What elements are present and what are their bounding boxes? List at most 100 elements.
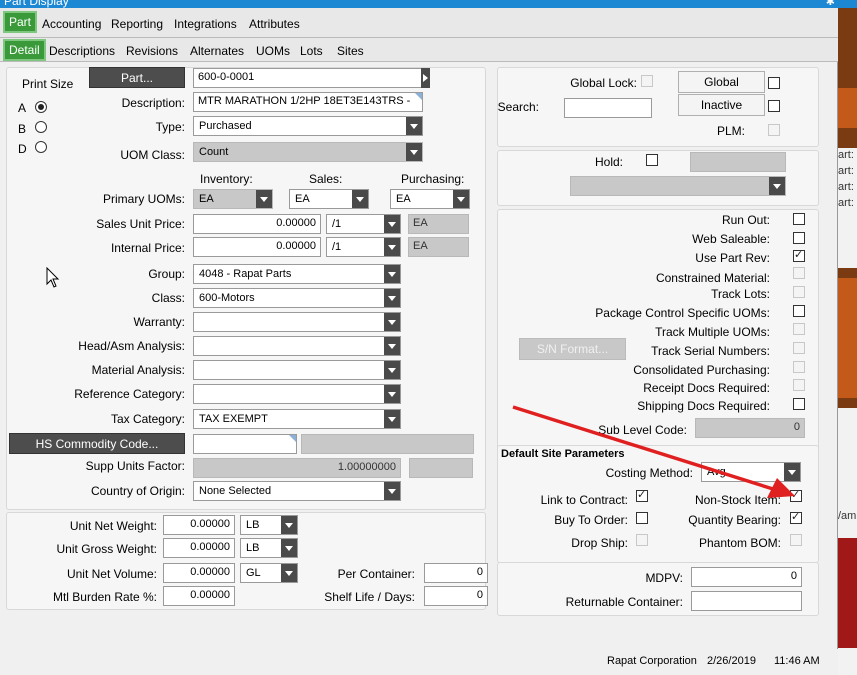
tab-integrations[interactable]: Integrations bbox=[174, 17, 237, 31]
uom-class-select[interactable]: Count bbox=[193, 142, 423, 162]
window-title-bar[interactable]: Part Display ✱ bbox=[0, 0, 857, 8]
chevron-down-icon[interactable] bbox=[384, 215, 400, 233]
inactive-checkbox[interactable] bbox=[768, 100, 780, 112]
unit-net-weight-uom-select[interactable]: LB bbox=[240, 515, 298, 535]
chevron-down-icon[interactable] bbox=[281, 516, 297, 534]
unit-gross-weight-field[interactable]: 0.00000 bbox=[163, 538, 235, 558]
web-saleable-checkbox[interactable] bbox=[793, 232, 805, 244]
unit-net-volume-field[interactable]: 0.00000 bbox=[163, 563, 235, 583]
chevron-down-icon[interactable] bbox=[453, 190, 469, 208]
chevron-down-icon[interactable] bbox=[384, 313, 400, 331]
type-select[interactable]: Purchased bbox=[193, 116, 423, 136]
sn-format-button[interactable]: S/N Format... bbox=[519, 338, 626, 360]
class-select[interactable]: 600-Motors bbox=[193, 288, 401, 308]
inventory-uom-select[interactable]: EA bbox=[193, 189, 273, 209]
head-asm-analysis-select[interactable] bbox=[193, 336, 401, 356]
tax-category-select[interactable]: TAX EXEMPT bbox=[193, 409, 401, 429]
tab-reporting[interactable]: Reporting bbox=[111, 17, 163, 31]
sales-uom-value: EA bbox=[295, 193, 310, 205]
chevron-down-icon[interactable] bbox=[384, 289, 400, 307]
tab-attributes[interactable]: Attributes bbox=[249, 17, 300, 31]
search-field[interactable] bbox=[564, 98, 652, 118]
per-container-field[interactable]: 0 bbox=[424, 563, 488, 583]
mtl-burden-rate-field[interactable]: 0.00000 bbox=[163, 586, 235, 606]
tab-revisions[interactable]: Revisions bbox=[126, 44, 178, 58]
chevron-down-icon[interactable] bbox=[384, 361, 400, 379]
hs-commodity-code-button[interactable]: HS Commodity Code... bbox=[9, 433, 185, 454]
chevron-down-icon[interactable] bbox=[256, 190, 272, 208]
sales-price-per-select[interactable]: /1 bbox=[326, 214, 401, 234]
hs-commodity-code-field[interactable] bbox=[193, 434, 297, 454]
chevron-down-icon[interactable] bbox=[281, 539, 297, 557]
drop-ship-checkbox[interactable] bbox=[636, 534, 648, 546]
material-analysis-select[interactable] bbox=[193, 360, 401, 380]
chevron-down-icon[interactable] bbox=[384, 337, 400, 355]
chevron-down-icon[interactable] bbox=[384, 265, 400, 283]
sales-unit-price-field[interactable]: 0.00000 bbox=[193, 214, 321, 234]
package-control-checkbox[interactable] bbox=[793, 305, 805, 317]
print-size-a-radio[interactable] bbox=[35, 101, 47, 113]
chevron-down-icon[interactable] bbox=[406, 143, 422, 161]
hold-reason-field bbox=[690, 152, 786, 172]
tab-descriptions[interactable]: Descriptions bbox=[49, 44, 115, 58]
hold-checkbox[interactable] bbox=[646, 154, 658, 166]
tab-part[interactable]: Part bbox=[3, 11, 38, 33]
part-number-field[interactable]: 600-0-0001 bbox=[193, 68, 423, 88]
plm-checkbox[interactable] bbox=[768, 124, 780, 136]
constrained-material-checkbox[interactable] bbox=[793, 267, 805, 279]
consolidated-purchasing-checkbox[interactable] bbox=[793, 361, 805, 373]
chevron-down-icon[interactable] bbox=[352, 190, 368, 208]
use-part-rev-checkbox[interactable] bbox=[793, 248, 805, 262]
global-checkbox[interactable] bbox=[768, 77, 780, 89]
mdpv-field[interactable]: 0 bbox=[691, 567, 802, 587]
reference-category-select[interactable] bbox=[193, 384, 401, 404]
chevron-down-icon[interactable] bbox=[384, 482, 400, 500]
print-size-b-radio[interactable] bbox=[35, 121, 47, 133]
tab-detail[interactable]: Detail bbox=[3, 39, 46, 61]
purchasing-uom-select[interactable]: EA bbox=[390, 189, 470, 209]
country-of-origin-select[interactable]: None Selected bbox=[193, 481, 401, 501]
chevron-down-icon[interactable] bbox=[384, 410, 400, 428]
internal-price-per-select[interactable]: /1 bbox=[326, 237, 401, 257]
part-next-icon[interactable] bbox=[421, 68, 430, 88]
inactive-button[interactable]: Inactive bbox=[678, 94, 765, 116]
track-lots-checkbox[interactable] bbox=[793, 286, 805, 298]
part-lookup-button[interactable]: Part... bbox=[89, 67, 185, 88]
warranty-select[interactable] bbox=[193, 312, 401, 332]
chevron-down-icon[interactable] bbox=[384, 238, 400, 256]
unit-gross-weight-uom-select[interactable]: LB bbox=[240, 538, 298, 558]
tab-uoms[interactable]: UOMs bbox=[256, 44, 290, 58]
global-lock-checkbox[interactable] bbox=[641, 75, 653, 87]
unit-gross-weight-label: Unit Gross Weight: bbox=[56, 542, 157, 556]
tab-accounting[interactable]: Accounting bbox=[42, 17, 101, 31]
chevron-down-icon[interactable] bbox=[281, 564, 297, 582]
receipt-docs-checkbox[interactable] bbox=[793, 379, 805, 391]
run-out-checkbox[interactable] bbox=[793, 213, 805, 225]
returnable-container-field[interactable] bbox=[691, 591, 802, 611]
track-serial-numbers-checkbox[interactable] bbox=[793, 342, 805, 354]
chevron-down-icon[interactable] bbox=[384, 385, 400, 403]
global-button[interactable]: Global bbox=[678, 71, 765, 93]
tax-category-value: TAX EXEMPT bbox=[199, 413, 268, 425]
chevron-down-icon[interactable] bbox=[769, 177, 785, 195]
mouse-cursor-icon bbox=[46, 267, 60, 288]
unit-net-weight-field[interactable]: 0.00000 bbox=[163, 515, 235, 535]
quantity-bearing-checkbox[interactable] bbox=[790, 510, 802, 524]
shelf-life-field[interactable]: 0 bbox=[424, 586, 488, 606]
unit-net-volume-uom-select[interactable]: GL bbox=[240, 563, 298, 583]
phantom-bom-checkbox[interactable] bbox=[790, 534, 802, 546]
hold-reason-select[interactable] bbox=[570, 176, 786, 196]
sales-uom-select[interactable]: EA bbox=[289, 189, 369, 209]
description-field[interactable]: MTR MARATHON 1/2HP 18ET3E143TRS - bbox=[193, 92, 423, 112]
print-size-a-label: A bbox=[18, 101, 27, 115]
print-size-d-radio[interactable] bbox=[35, 141, 47, 153]
internal-price-field[interactable]: 0.00000 bbox=[193, 237, 321, 257]
pin-icon[interactable]: ✱ bbox=[826, 0, 835, 8]
chevron-down-icon[interactable] bbox=[406, 117, 422, 135]
buy-to-order-checkbox[interactable] bbox=[636, 512, 648, 524]
track-multiple-uoms-checkbox[interactable] bbox=[793, 323, 805, 335]
tab-alternates[interactable]: Alternates bbox=[190, 44, 244, 58]
tab-sites[interactable]: Sites bbox=[337, 44, 364, 58]
tab-lots[interactable]: Lots bbox=[300, 44, 323, 58]
group-select[interactable]: 4048 - Rapat Parts bbox=[193, 264, 401, 284]
